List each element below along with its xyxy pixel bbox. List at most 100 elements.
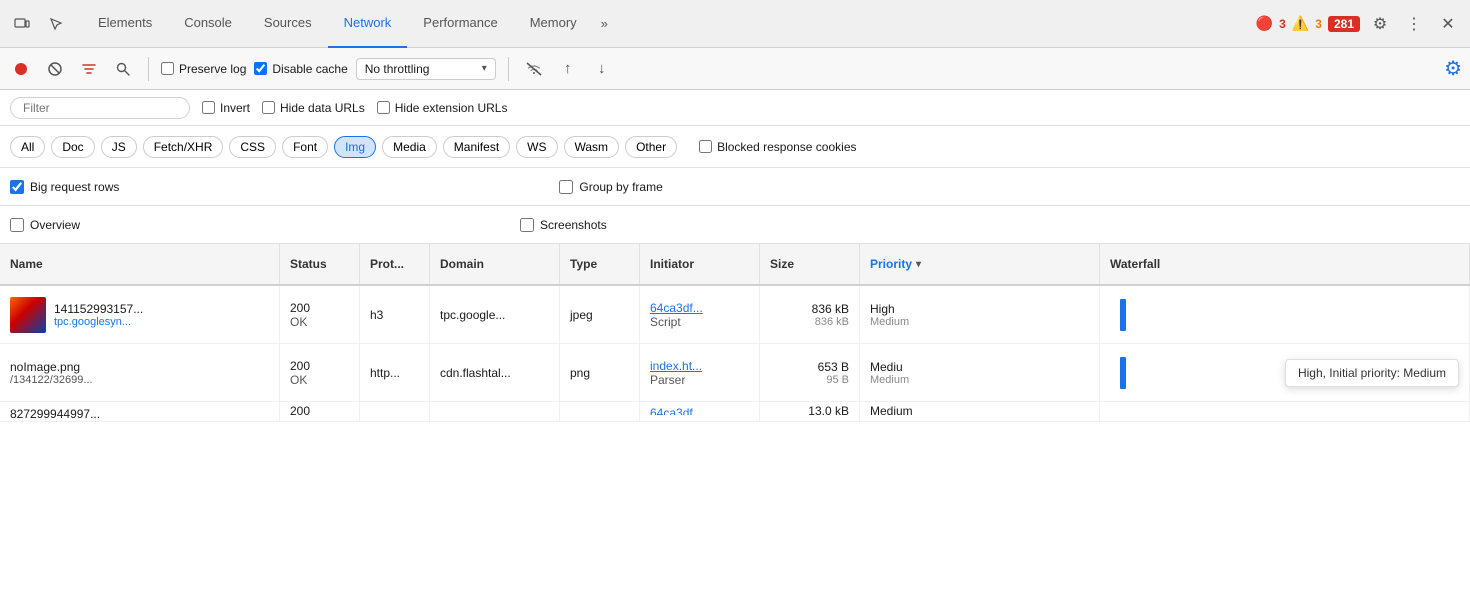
record-button[interactable] [8, 56, 34, 82]
td-waterfall-3 [1100, 402, 1470, 421]
td-priority-2: Mediu Medium [860, 344, 1100, 401]
preserve-log-checkbox[interactable]: Preserve log [161, 62, 246, 76]
th-size[interactable]: Size [760, 244, 860, 284]
tab-console[interactable]: Console [168, 0, 248, 48]
td-status-1: 200 OK [280, 286, 360, 343]
screenshots-option[interactable]: Screenshots [520, 218, 607, 232]
td-waterfall-2: High, Initial priority: Medium [1100, 344, 1470, 401]
filter-input[interactable] [10, 97, 190, 119]
wifi-offline-icon[interactable] [521, 56, 547, 82]
table-row[interactable]: 827299944997... 200 64ca3df... 13.0 kB M… [0, 402, 1470, 422]
filter-img[interactable]: Img [334, 136, 376, 158]
tab-more[interactable]: » [593, 0, 616, 48]
blocked-cookies-checkbox[interactable]: Blocked response cookies [699, 140, 856, 154]
throttle-select[interactable]: No throttling ▾ [356, 58, 496, 80]
priority-sort-arrow-icon: ▾ [916, 259, 921, 270]
tab-elements[interactable]: Elements [82, 0, 168, 48]
filter-doc[interactable]: Doc [51, 136, 94, 158]
tab-network[interactable]: Network [328, 0, 408, 48]
td-size-3: 13.0 kB [760, 402, 860, 421]
th-name[interactable]: Name [0, 244, 280, 284]
row-filename-2: noImage.png [10, 360, 269, 374]
network-settings-icon[interactable]: ⚙ [1444, 56, 1462, 81]
search-button[interactable] [110, 56, 136, 82]
throttle-chevron-icon: ▾ [482, 63, 487, 74]
tab-bar-right: 🔴 3 ⚠️ 3 281 ⚙ ⋮ ✕ [1256, 10, 1462, 38]
filter-row: Invert Hide data URLs Hide extension URL… [0, 90, 1470, 126]
tab-memory[interactable]: Memory [514, 0, 593, 48]
filter-wasm[interactable]: Wasm [564, 136, 620, 158]
th-status[interactable]: Status [280, 244, 360, 284]
upload-icon[interactable]: ↑ [555, 56, 581, 82]
settings-icon[interactable]: ⚙ [1366, 10, 1394, 38]
error-count-red: 3 [1279, 17, 1286, 31]
td-status-3: 200 [280, 402, 360, 421]
toolbar: Preserve log Disable cache No throttling… [0, 48, 1470, 90]
waterfall-bar-1 [1120, 299, 1126, 331]
thumbnail-1 [10, 297, 46, 333]
clear-button[interactable] [42, 56, 68, 82]
filter-other[interactable]: Other [625, 136, 677, 158]
group-by-frame-option[interactable]: Group by frame [559, 180, 662, 194]
filter-toggle-button[interactable] [76, 56, 102, 82]
invert-checkbox[interactable]: Invert [202, 101, 250, 115]
device-toolbar-icon[interactable] [8, 10, 36, 38]
th-waterfall[interactable]: Waterfall [1100, 244, 1470, 284]
info-badge: 281 [1328, 16, 1360, 32]
td-type-2: png [560, 344, 640, 401]
type-filter-row: All Doc JS Fetch/XHR CSS Font Img Media … [0, 126, 1470, 168]
td-size-1: 836 kB 836 kB [760, 286, 860, 343]
toolbar-divider-2 [508, 57, 509, 81]
filter-media[interactable]: Media [382, 136, 437, 158]
td-protocol-2: http... [360, 344, 430, 401]
th-priority[interactable]: Priority ▾ [860, 244, 1100, 284]
td-initiator-2: index.ht... Parser [640, 344, 760, 401]
filter-font[interactable]: Font [282, 136, 328, 158]
td-domain-3 [430, 402, 560, 421]
th-protocol[interactable]: Prot... [360, 244, 430, 284]
hide-extension-urls-checkbox[interactable]: Hide extension URLs [377, 101, 508, 115]
error-count-orange: 3 [1315, 17, 1322, 31]
td-size-2: 653 B 95 B [760, 344, 860, 401]
td-name-1: 141152993157... tpc.googlesyn... [0, 286, 280, 343]
td-domain-2: cdn.flashtal... [430, 344, 560, 401]
download-icon[interactable]: ↓ [589, 56, 615, 82]
hide-data-urls-checkbox[interactable]: Hide data URLs [262, 101, 365, 115]
tab-bar: Elements Console Sources Network Perform… [0, 0, 1470, 48]
error-icon-red: 🔴 [1256, 15, 1273, 32]
td-initiator-3: 64ca3df... [640, 402, 760, 421]
more-options-icon[interactable]: ⋮ [1400, 10, 1428, 38]
td-status-2: 200 OK [280, 344, 360, 401]
disable-cache-checkbox[interactable]: Disable cache [254, 62, 347, 76]
td-initiator-1: 64ca3df... Script [640, 286, 760, 343]
priority-tooltip: High, Initial priority: Medium [1285, 359, 1459, 387]
close-icon[interactable]: ✕ [1434, 10, 1462, 38]
filter-all[interactable]: All [10, 136, 45, 158]
filter-js[interactable]: JS [101, 136, 137, 158]
row-filename-1: 141152993157... [54, 302, 143, 316]
filter-fetch-xhr[interactable]: Fetch/XHR [143, 136, 224, 158]
table-row[interactable]: noImage.png /134122/32699... 200 OK http… [0, 344, 1470, 402]
waterfall-bar-2 [1120, 357, 1126, 389]
td-priority-1: High Medium [860, 286, 1100, 343]
th-domain[interactable]: Domain [430, 244, 560, 284]
filter-css[interactable]: CSS [229, 136, 276, 158]
td-protocol-3 [360, 402, 430, 421]
row-url-2: /134122/32699... [10, 374, 269, 386]
overview-option[interactable]: Overview [10, 218, 80, 232]
row-url-1: tpc.googlesyn... [54, 316, 143, 328]
error-icon-orange: ⚠️ [1292, 15, 1309, 32]
select-element-icon[interactable] [42, 10, 70, 38]
big-request-rows-option[interactable]: Big request rows [10, 180, 119, 194]
th-initiator[interactable]: Initiator [640, 244, 760, 284]
tab-sources[interactable]: Sources [248, 0, 328, 48]
options-row-1: Big request rows Group by frame [0, 168, 1470, 206]
filter-ws[interactable]: WS [516, 136, 557, 158]
tab-performance[interactable]: Performance [407, 0, 513, 48]
table-header: Name Status Prot... Domain Type Initiato… [0, 244, 1470, 286]
td-waterfall-1 [1100, 286, 1470, 343]
table-row[interactable]: 141152993157... tpc.googlesyn... 200 OK … [0, 286, 1470, 344]
th-type[interactable]: Type [560, 244, 640, 284]
options-row-2: Overview Screenshots [0, 206, 1470, 244]
filter-manifest[interactable]: Manifest [443, 136, 510, 158]
